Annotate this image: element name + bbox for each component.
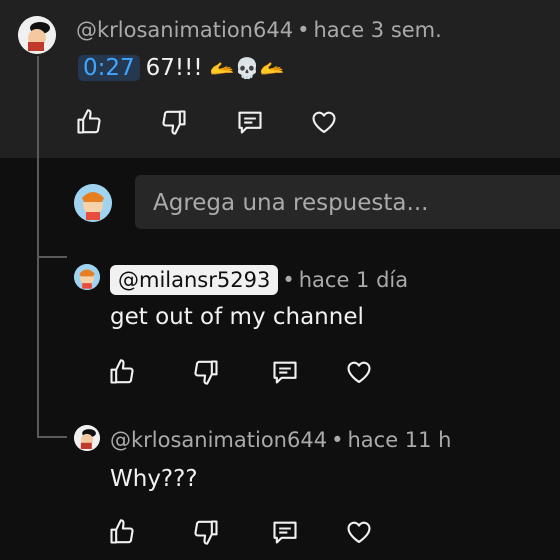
thread-branch	[37, 256, 67, 258]
my-avatar	[74, 184, 112, 222]
like-button[interactable]	[108, 358, 136, 386]
thread-line-v2	[80, 300, 82, 400]
reply-meta: @milansr5293 • hace 1 día	[110, 265, 408, 295]
comment-text: 0:27 67!!! 🫴💀🫴	[78, 55, 285, 81]
reply-input[interactable]	[135, 175, 560, 231]
reply-avatar[interactable]	[74, 264, 100, 290]
like-button[interactable]	[108, 518, 136, 546]
avatar[interactable]	[18, 16, 56, 54]
dislike-icon	[162, 110, 186, 135]
avatar-image	[74, 425, 100, 451]
emoji: 💀	[234, 56, 260, 80]
reply-icon	[273, 521, 297, 544]
reply-author[interactable]: @krlosanimation644	[110, 428, 327, 452]
dislike-icon	[194, 360, 218, 385]
heart-icon	[347, 521, 371, 543]
reply-button[interactable]	[271, 358, 299, 386]
heart-icon	[312, 111, 336, 133]
heart-icon	[347, 361, 371, 383]
comment-time: hace 3 sem.	[313, 18, 442, 42]
separator-dot: •	[282, 268, 295, 292]
reply-avatar[interactable]	[74, 425, 100, 451]
avatar-image	[74, 184, 112, 222]
reply-text: Why???	[110, 466, 198, 492]
like-icon	[77, 109, 101, 134]
dislike-button[interactable]	[192, 358, 220, 386]
comment-meta: @krlosanimation644 • hace 3 sem.	[76, 18, 442, 42]
emoji: 🫴	[209, 56, 235, 80]
thread-line	[37, 56, 39, 256]
separator-dot: •	[297, 18, 310, 42]
thread-branch-2	[37, 436, 67, 438]
reply-meta: @krlosanimation644 • hace 11 h	[110, 428, 452, 452]
avatar-image	[18, 16, 56, 54]
reply-box	[135, 175, 560, 231]
timestamp-link[interactable]: 0:27	[78, 55, 140, 81]
avatar-image	[74, 264, 100, 290]
dislike-button[interactable]	[192, 518, 220, 546]
like-icon	[110, 359, 134, 384]
comment-author[interactable]: @krlosanimation644	[76, 18, 293, 42]
thread-line-to-second	[37, 258, 39, 438]
emoji: 🫴	[259, 56, 285, 80]
heart-button[interactable]	[345, 518, 373, 546]
separator-dot: •	[331, 428, 344, 452]
reply-text: get out of my channel	[110, 304, 364, 330]
reply-time: hace 1 día	[298, 268, 409, 292]
dislike-icon	[194, 520, 218, 545]
reply-author[interactable]: @milansr5293	[110, 265, 279, 295]
reply-icon	[238, 111, 262, 134]
reply-button[interactable]	[236, 108, 264, 136]
heart-button[interactable]	[345, 358, 373, 386]
reply-button[interactable]	[271, 518, 299, 546]
reply-icon	[273, 361, 297, 384]
like-icon	[110, 519, 134, 544]
like-button[interactable]	[75, 108, 103, 136]
dislike-button[interactable]	[160, 108, 188, 136]
heart-button[interactable]	[310, 108, 338, 136]
reply-time: hace 11 h	[347, 428, 452, 452]
comment-body: 67!!!	[145, 55, 203, 81]
